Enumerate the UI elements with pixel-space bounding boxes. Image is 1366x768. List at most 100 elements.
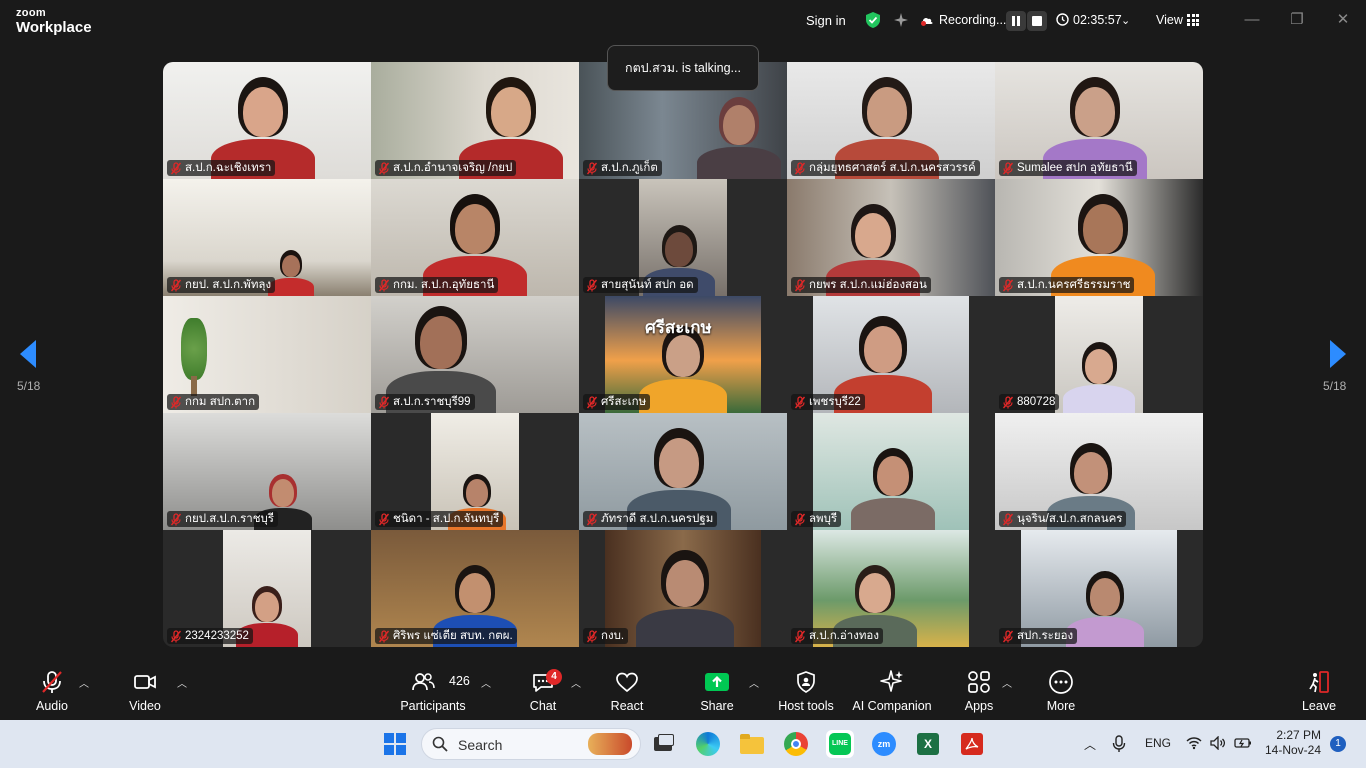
participant-tile[interactable]: กกม สปก.ตาก [163, 296, 371, 413]
ai-sparkle-icon[interactable] [892, 11, 910, 29]
participant-tile[interactable]: สปก.ระยอง [995, 530, 1203, 647]
participant-tile[interactable]: ส.ป.ก.ฉะเชิงเทรา [163, 62, 371, 179]
participant-tile[interactable]: ศิริพร แซ่เตีย สบท. กตผ. [371, 530, 579, 647]
participants-label: Participants [400, 699, 466, 713]
participant-tile[interactable]: 2324233252 [163, 530, 371, 647]
participant-tile[interactable]: สายสุนันท์ สปก อด [579, 179, 787, 296]
sign-in-link[interactable]: Sign in [806, 13, 846, 28]
share-options-chevron-icon[interactable]: ︿ [749, 675, 759, 690]
chat-options-chevron-icon[interactable]: ︿ [571, 675, 581, 690]
participant-tile[interactable]: 880728 [995, 296, 1203, 413]
wifi-icon[interactable] [1186, 736, 1202, 750]
participant-name: นุจริน/ส.ป.ก.สกลนคร [1017, 513, 1123, 525]
participant-name: ภัทราดี ส.ป.ก.นครปฐม [601, 513, 714, 525]
participant-tile[interactable]: กยป.ส.ป.ก.ราชบุรี [163, 413, 371, 530]
excel-icon[interactable]: X [914, 730, 942, 758]
microphone-tray-icon[interactable] [1112, 735, 1126, 753]
muted-mic-icon [378, 512, 390, 525]
muted-mic-icon [794, 161, 806, 174]
video-button[interactable]: Video [115, 661, 175, 720]
participant-tile[interactable]: กงบ. [579, 530, 787, 647]
participant-tile[interactable]: ส.ป.ก.อำนาจเจริญ /กยป [371, 62, 579, 179]
next-page-arrow-icon[interactable] [1330, 340, 1346, 368]
share-button[interactable]: Share [690, 661, 744, 720]
system-clock[interactable]: 2:27 PM 14-Nov-24 [1265, 728, 1321, 758]
task-view-icon[interactable] [650, 730, 678, 758]
apps-options-chevron-icon[interactable]: ︿ [1002, 675, 1012, 690]
participants-options-chevron-icon[interactable]: ︿ [481, 675, 491, 690]
maximize-icon[interactable]: ❐ [1287, 10, 1307, 30]
participant-tile[interactable]: เพชรบุรี22 [787, 296, 995, 413]
minimize-icon[interactable]: — [1242, 10, 1262, 30]
chrome-browser-icon[interactable] [782, 730, 810, 758]
participants-button[interactable]: Participants [396, 661, 470, 720]
participant-name: 880728 [1017, 396, 1056, 408]
muted-mic-icon [1002, 395, 1014, 408]
grid-view-icon[interactable] [1187, 14, 1199, 26]
edge-browser-icon[interactable] [694, 730, 722, 758]
participant-tile[interactable]: Sumalee สปก อุทัยธานี [995, 62, 1203, 179]
muted-mic-icon [1002, 278, 1014, 291]
previous-page-arrow-icon[interactable] [20, 340, 36, 368]
apps-label: Apps [964, 699, 994, 713]
muted-mic-icon [586, 512, 598, 525]
participant-name-tag: กงบ. [583, 628, 629, 644]
taskbar-search-box[interactable]: Search [421, 728, 641, 760]
video-label: Video [129, 699, 161, 713]
security-shield-icon[interactable] [864, 11, 882, 29]
video-options-chevron-icon[interactable]: ︿ [177, 675, 187, 690]
pause-recording-button[interactable] [1006, 11, 1026, 31]
notification-badge[interactable]: 1 [1330, 736, 1346, 752]
participant-tile[interactable]: กยป. ส.ป.ก.พัทลุง [163, 179, 371, 296]
language-indicator[interactable]: ENG [1145, 736, 1171, 750]
audio-options-chevron-icon[interactable]: ︿ [79, 675, 89, 690]
host-shield-icon [797, 671, 815, 693]
acrobat-pdf-icon[interactable] [958, 730, 986, 758]
muted-mic-icon [378, 629, 390, 642]
windows-start-icon[interactable] [384, 733, 406, 755]
chat-button[interactable]: Chat [516, 661, 570, 720]
participant-tile[interactable]: กยพร ส.ป.ก.แม่ฮ่องสอน [787, 179, 995, 296]
muted-mic-icon [378, 161, 390, 174]
chevron-down-icon[interactable]: ⌄ [1121, 14, 1130, 27]
participants-icon [411, 673, 435, 691]
muted-mic-icon [1002, 512, 1014, 525]
host-tools-button[interactable]: Host tools [776, 661, 836, 720]
participant-tile[interactable]: ลพบุรี [787, 413, 995, 530]
participant-tile[interactable]: ส.ป.ก.นครศรีธรรมราช [995, 179, 1203, 296]
zoom-app-icon[interactable]: zm [870, 730, 898, 758]
participant-tile[interactable]: ภัทราดี ส.ป.ก.นครปฐม [579, 413, 787, 530]
host-tools-label: Host tools [778, 699, 834, 713]
react-button[interactable]: React [600, 661, 654, 720]
battery-charging-icon[interactable] [1234, 736, 1252, 750]
close-icon[interactable]: ✕ [1333, 10, 1353, 30]
line-app-icon[interactable]: LINE [826, 730, 854, 758]
volume-icon[interactable] [1210, 736, 1226, 750]
participant-tile[interactable]: นุจริน/ส.ป.ก.สกลนคร [995, 413, 1203, 530]
more-button[interactable]: More [1034, 661, 1088, 720]
audio-button[interactable]: Audio [22, 661, 82, 720]
participant-name: กลุ่มยุทธศาสตร์ ส.ป.ก.นครสวรรค์ [809, 162, 976, 174]
participants-count: 426 [449, 674, 470, 688]
show-hidden-icons-chevron-icon[interactable]: ︿ [1084, 736, 1096, 753]
participant-name: กงบ. [601, 630, 625, 642]
participant-tile[interactable]: ชนิดา - ส.ป.ก.จันทบุรี [371, 413, 579, 530]
view-button[interactable]: View [1156, 13, 1183, 27]
participant-tile[interactable]: กลุ่มยุทธศาสตร์ ส.ป.ก.นครสวรรค์ [787, 62, 995, 179]
page-indicator-left: 5/18 [17, 379, 41, 393]
participant-tile[interactable]: กกม. ส.ป.ก.อุทัยธานี [371, 179, 579, 296]
ai-companion-button[interactable]: AI Companion [852, 661, 932, 720]
search-placeholder: Search [458, 737, 503, 753]
active-speaker-indicator: กตป.สวม. is talking... [607, 45, 759, 91]
participant-tile[interactable]: ส.ป.ก.ราชบุรี99 [371, 296, 579, 413]
apps-button[interactable]: Apps [952, 661, 1006, 720]
file-explorer-icon[interactable] [738, 730, 766, 758]
participant-tile[interactable]: ส.ป.ก.อ่างทอง [787, 530, 995, 647]
muted-mic-icon [794, 278, 806, 291]
muted-mic-icon [170, 629, 182, 642]
page-indicator-right: 5/18 [1323, 379, 1347, 393]
participant-name: กกม. ส.ป.ก.อุทัยธานี [393, 279, 495, 291]
leave-button[interactable]: Leave [1292, 661, 1346, 720]
participant-tile[interactable]: ศรีสะเกษ ศรีสะเกษ [579, 296, 787, 413]
stop-recording-button[interactable] [1027, 11, 1047, 31]
